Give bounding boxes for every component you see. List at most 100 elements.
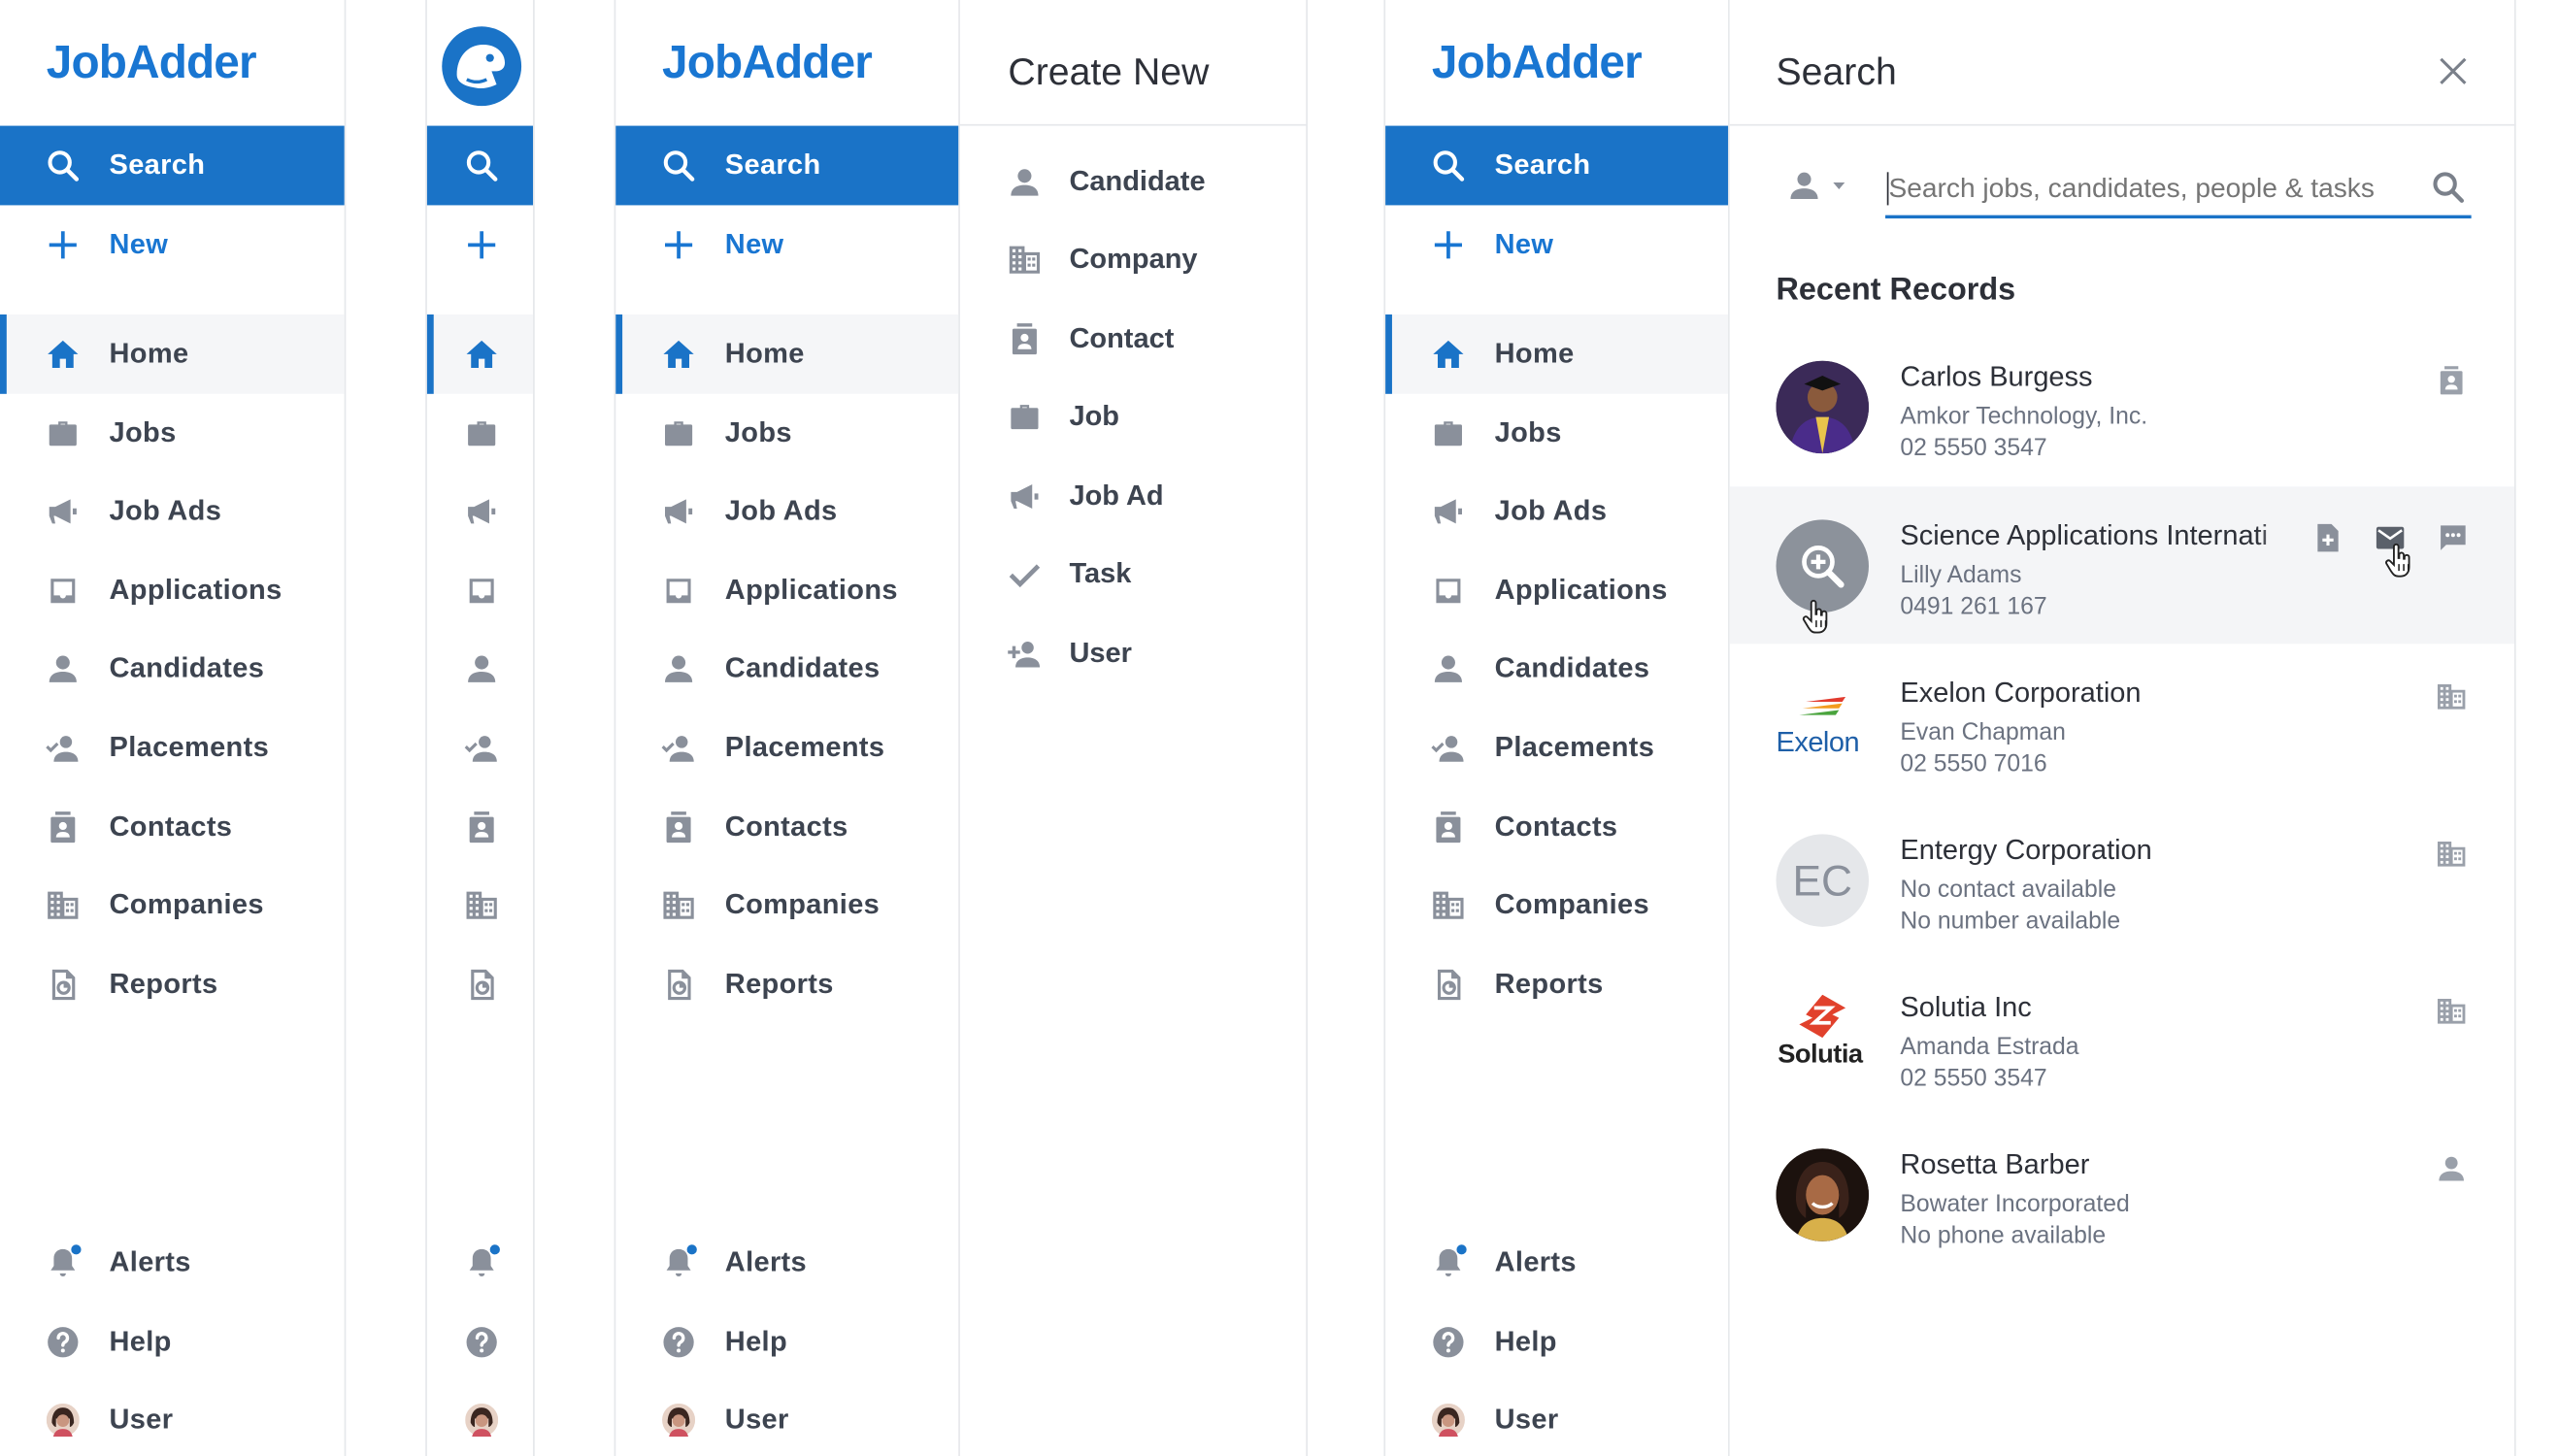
plus-icon xyxy=(1430,227,1467,264)
sidebar-item-user[interactable]: User xyxy=(1385,1380,1728,1456)
sidebar-item-jobs[interactable]: Jobs xyxy=(1385,394,1728,474)
sidebar-item-alerts[interactable]: Alerts xyxy=(1385,1223,1728,1303)
sidebar-item-label: Jobs xyxy=(1494,416,1562,449)
search-nav-button[interactable]: Search xyxy=(0,125,345,206)
mascot-logo-icon[interactable] xyxy=(441,25,523,108)
sidebar-item-help[interactable]: Help xyxy=(615,1303,958,1382)
new-nav-button[interactable]: New xyxy=(1385,205,1728,284)
create-task-item[interactable]: Task xyxy=(960,535,1306,614)
record-phone: 0491 261 167 xyxy=(1900,594,2047,621)
sidebar-item-companies[interactable]: Companies xyxy=(0,866,345,945)
chat-icon[interactable] xyxy=(2437,521,2470,554)
recent-record[interactable]: Carlos Burgess Amkor Technology, Inc. 02… xyxy=(1730,328,2514,485)
sidebar-item-label: Home xyxy=(1494,337,1575,370)
recent-record-hovered[interactable]: Science Applications Internati Lilly Ada… xyxy=(1729,486,2514,645)
sidebar-item-help[interactable]: Help xyxy=(0,1303,345,1382)
sidebar-item-applications[interactable]: Applications xyxy=(0,551,345,631)
sidebar-item-companies[interactable] xyxy=(427,866,533,945)
sidebar-item-reports[interactable]: Reports xyxy=(615,945,958,1025)
jobadder-logo[interactable]: JobAdder xyxy=(47,37,257,90)
sidebar-item-user[interactable] xyxy=(427,1380,533,1456)
sidebar-item-candidates[interactable]: Candidates xyxy=(1385,629,1728,709)
create-item-label: User xyxy=(1069,637,1132,669)
create-job-ad-item[interactable]: Job Ad xyxy=(960,457,1306,537)
sidebar-item-job-ads[interactable]: Job Ads xyxy=(1385,472,1728,551)
create-company-item[interactable]: Company xyxy=(960,220,1306,300)
sidebar-item-companies[interactable]: Companies xyxy=(615,866,958,945)
sidebar-item-contacts[interactable]: Contacts xyxy=(0,788,345,868)
sidebar-item-help[interactable] xyxy=(427,1303,533,1382)
sidebar-item-reports[interactable] xyxy=(427,945,533,1025)
sidebar-item-jobs[interactable]: Jobs xyxy=(615,394,958,474)
search-nav-label: Search xyxy=(1494,149,1591,181)
sidebar-item-applications[interactable]: Applications xyxy=(615,551,958,631)
jobadder-logo[interactable]: JobAdder xyxy=(662,37,873,90)
record-subtitle: Bowater Incorporated xyxy=(1900,1191,2130,1218)
sidebar-item-label: Job Ads xyxy=(109,494,222,527)
sidebar-item-candidates[interactable] xyxy=(427,629,533,709)
sidebar-item-reports[interactable]: Reports xyxy=(0,945,345,1025)
jobadder-logo[interactable]: JobAdder xyxy=(1432,37,1643,90)
report-icon xyxy=(660,967,697,1004)
search-nav-label: Search xyxy=(724,149,821,181)
create-candidate-item[interactable]: Candidate xyxy=(960,143,1306,222)
search-nav-button[interactable]: Search xyxy=(615,125,959,206)
contact-card-icon xyxy=(45,810,82,846)
sidebar-item-label: Home xyxy=(109,337,189,370)
sidebar-item-home[interactable]: Home xyxy=(0,314,345,394)
sidebar-item-label: Companies xyxy=(109,888,264,921)
sidebar-item-label: Contacts xyxy=(1494,811,1618,843)
sidebar-item-label: Companies xyxy=(1494,888,1649,921)
sidebar-item-applications[interactable]: Applications xyxy=(1385,551,1728,631)
sidebar-item-contacts[interactable]: Contacts xyxy=(615,788,958,868)
sidebar-item-applications[interactable] xyxy=(427,551,533,631)
sidebar-item-reports[interactable]: Reports xyxy=(1385,945,1728,1025)
sidebar-item-jobs[interactable]: Jobs xyxy=(0,394,345,474)
recent-record[interactable]: Solutia Solutia Inc Amanda Estrada 02 55… xyxy=(1730,958,2514,1115)
sidebar-item-contacts[interactable]: Contacts xyxy=(1385,788,1728,868)
new-nav-button[interactable]: New xyxy=(0,205,345,284)
create-user-item[interactable]: User xyxy=(960,614,1306,694)
sidebar-item-placements[interactable]: Placements xyxy=(615,709,958,788)
sidebar-item-alerts[interactable] xyxy=(427,1223,533,1303)
inbox-icon xyxy=(45,573,82,610)
recent-record[interactable]: EC Entergy Corporation No contact availa… xyxy=(1730,801,2514,958)
megaphone-icon xyxy=(463,493,500,530)
recent-record[interactable]: Exelon Exelon Corporation Evan Chapman 0… xyxy=(1730,644,2514,801)
new-nav-label: New xyxy=(109,228,169,260)
sidebar-item-placements[interactable]: Placements xyxy=(0,709,345,788)
add-document-icon[interactable] xyxy=(2310,521,2343,554)
create-job-item[interactable]: Job xyxy=(960,378,1306,457)
sidebar-item-user[interactable]: User xyxy=(0,1380,345,1456)
avatar xyxy=(47,1404,80,1437)
sidebar-item-placements[interactable] xyxy=(427,709,533,788)
search-nav-button[interactable]: Search xyxy=(1385,125,1729,206)
sidebar-item-user[interactable]: User xyxy=(615,1380,958,1456)
sidebar-item-contacts[interactable] xyxy=(427,788,533,868)
search-nav-button[interactable] xyxy=(426,125,534,206)
sidebar-item-home[interactable]: Home xyxy=(1385,314,1729,394)
recent-record[interactable]: Rosetta Barber Bowater Incorporated No p… xyxy=(1730,1115,2514,1273)
new-nav-button[interactable] xyxy=(427,205,533,284)
search-icon[interactable] xyxy=(2430,169,2467,206)
sidebar-item-alerts[interactable]: Alerts xyxy=(615,1223,958,1303)
sidebar-item-alerts[interactable]: Alerts xyxy=(0,1223,345,1303)
search-input[interactable] xyxy=(1885,162,2472,219)
sidebar-item-job-ads[interactable]: Job Ads xyxy=(0,472,345,551)
sidebar-item-jobs[interactable] xyxy=(427,394,533,474)
sidebar-item-job-ads[interactable]: Job Ads xyxy=(615,472,958,551)
search-scope-dropdown[interactable] xyxy=(1786,167,1862,207)
sidebar-item-companies[interactable]: Companies xyxy=(1385,866,1728,945)
create-contact-item[interactable]: Contact xyxy=(960,300,1306,380)
sidebar-item-candidates[interactable]: Candidates xyxy=(615,629,958,709)
new-nav-button[interactable]: New xyxy=(615,205,958,284)
sidebar-item-label: Reports xyxy=(1494,968,1604,1000)
close-icon[interactable] xyxy=(2435,53,2472,90)
sidebar-item-home[interactable]: Home xyxy=(615,314,959,394)
record-subtitle: Amkor Technology, Inc. xyxy=(1900,404,2148,431)
sidebar-item-help[interactable]: Help xyxy=(1385,1303,1728,1382)
sidebar-item-placements[interactable]: Placements xyxy=(1385,709,1728,788)
sidebar-item-candidates[interactable]: Candidates xyxy=(0,629,345,709)
sidebar-item-home[interactable] xyxy=(426,314,534,394)
sidebar-item-job-ads[interactable] xyxy=(427,472,533,551)
